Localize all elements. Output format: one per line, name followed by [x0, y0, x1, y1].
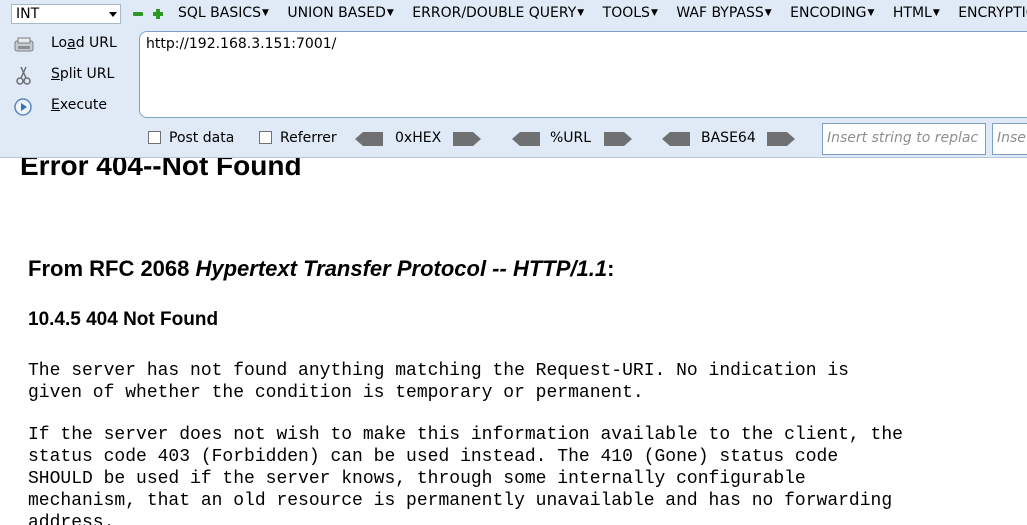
chevron-down-icon: ▼: [386, 8, 394, 18]
replace-with-placeholder: Inse: [997, 130, 1026, 146]
referrer-label: Referrer: [280, 130, 337, 146]
chevron-down-icon: [109, 12, 117, 17]
menu-label: ERROR/DOUBLE QUERY: [412, 5, 577, 21]
url-decode-arrow-icon[interactable]: [512, 132, 540, 146]
menu-bar: INT SQL BASICS▼ UNION BASED▼ ERROR/DOUBL…: [0, 0, 1027, 30]
post-data-checkbox[interactable]: [148, 131, 161, 144]
replace-with-input[interactable]: Inse: [992, 123, 1027, 155]
menu-sql-basics[interactable]: SQL BASICS▼: [178, 5, 269, 21]
base64-encode-arrow-icon[interactable]: [767, 132, 795, 146]
execute-label: Execute: [51, 97, 108, 113]
chevron-down-icon: ▼: [577, 8, 585, 18]
section-heading: 10.4.5 404 Not Found: [28, 309, 219, 330]
options-row: Post data Referrer 0xHEX %URL BASE64 Ins…: [0, 123, 1027, 155]
hex-encode-arrow-icon[interactable]: [453, 132, 481, 146]
menu-label: ENCODING: [790, 5, 867, 21]
menu-tools[interactable]: TOOLS▼: [603, 5, 658, 21]
query-type-select[interactable]: INT: [11, 4, 121, 24]
post-data-label: Post data: [169, 130, 235, 146]
replace-string-input[interactable]: Insert string to replac: [822, 123, 986, 155]
menu-label: UNION BASED: [287, 5, 386, 21]
url-value: http://192.168.3.151:7001/: [146, 36, 337, 52]
menu-error-double-query[interactable]: ERROR/DOUBLE QUERY▼: [412, 5, 584, 21]
replace-string-placeholder: Insert string to replac: [827, 130, 979, 146]
split-url-label: Split URL: [51, 66, 115, 82]
menu-label: HTML: [892, 5, 932, 21]
hex-decode-arrow-icon[interactable]: [355, 132, 383, 146]
menu-items: SQL BASICS▼ UNION BASED▼ ERROR/DOUBLE QU…: [178, 5, 1027, 21]
decrease-icon[interactable]: [133, 9, 143, 19]
paragraph-not-found: The server has not found anything matchi…: [28, 361, 849, 403]
menu-label: WAF BYPASS: [676, 5, 764, 21]
url-encode-label: %URL: [550, 130, 592, 146]
scissors-icon: [16, 66, 31, 85]
menu-label: ENCRYPTIO: [958, 5, 1027, 21]
chevron-down-icon: ▼: [650, 8, 658, 18]
chevron-down-icon: ▼: [764, 8, 772, 18]
url-encode-arrow-icon[interactable]: [604, 132, 632, 146]
menu-waf-bypass[interactable]: WAF BYPASS▼: [676, 5, 771, 21]
rfc-heading: From RFC 2068 Hypertext Transfer Protoco…: [28, 256, 615, 281]
execute-button[interactable]: Execute: [13, 94, 131, 120]
base64-decode-arrow-icon[interactable]: [662, 132, 690, 146]
query-type-value: INT: [16, 6, 40, 22]
paragraph-forbidden: If the server does not wish to make this…: [28, 425, 903, 525]
increase-icon[interactable]: [153, 9, 163, 19]
chevron-down-icon: ▼: [262, 8, 269, 18]
menu-encryption[interactable]: ENCRYPTIO: [958, 5, 1027, 21]
url-input[interactable]: http://192.168.3.151:7001/: [139, 31, 1027, 118]
menu-union-based[interactable]: UNION BASED▼: [287, 5, 393, 21]
menu-label: SQL BASICS: [178, 5, 262, 21]
chevron-down-icon: ▼: [932, 8, 940, 18]
load-url-label: Load URL: [51, 35, 117, 51]
hex-label: 0xHEX: [395, 130, 442, 146]
split-url-button[interactable]: Split URL: [13, 63, 131, 89]
page-title: Error 404--Not Found: [20, 158, 302, 181]
hackbar-toolbar: INT SQL BASICS▼ UNION BASED▼ ERROR/DOUBL…: [0, 0, 1027, 158]
load-url-button[interactable]: Load URL: [13, 32, 131, 58]
menu-html[interactable]: HTML▼: [893, 5, 940, 21]
base64-label: BASE64: [701, 130, 756, 146]
page-content: Error 404--Not Found From RFC 2068 Hyper…: [0, 158, 1027, 525]
referrer-checkbox[interactable]: [259, 131, 272, 144]
menu-label: TOOLS: [602, 5, 650, 21]
play-icon: [14, 98, 32, 116]
chevron-down-icon: ▼: [867, 8, 875, 18]
load-url-icon: [14, 37, 34, 52]
menu-encoding[interactable]: ENCODING▼: [790, 5, 874, 21]
